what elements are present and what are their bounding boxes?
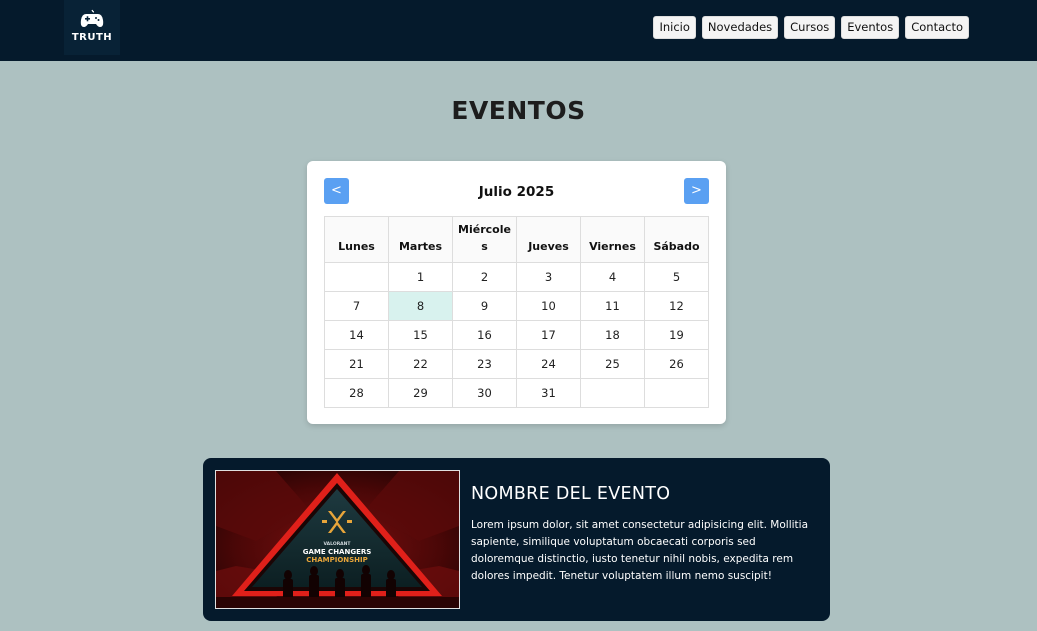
calendar-day-cell[interactable]: 28 (324, 378, 389, 408)
calendar-day-cell[interactable]: 31 (516, 378, 581, 408)
weekday-header: Viernes (580, 216, 645, 263)
calendar-day-cell[interactable]: 16 (452, 320, 517, 350)
calendar-empty-cell (644, 378, 709, 408)
nav-inicio-button[interactable]: Inicio (653, 16, 696, 39)
event-artwork: VALORANT GAME CHANGERS CHAMPIONSHIP (216, 471, 459, 608)
calendar-day-cell[interactable]: 5 (644, 262, 709, 292)
calendar-day-cell[interactable]: 25 (580, 349, 645, 379)
calendar-day-cell[interactable]: 4 (580, 262, 645, 292)
calendar-day-cell[interactable]: 17 (516, 320, 581, 350)
nav-eventos-button[interactable]: Eventos (841, 16, 900, 39)
calendar-day-cell[interactable]: 12 (644, 291, 709, 321)
weekday-header-row: Lunes Martes Miércoles Jueves Viernes Sá… (324, 216, 709, 263)
calendar-day-cell[interactable]: 24 (516, 349, 581, 379)
weekday-header: Martes (388, 216, 453, 263)
event-title: NOMBRE DEL EVENTO (471, 484, 671, 504)
weekday-header: Miércoles (452, 216, 517, 263)
calendar-day-cell[interactable]: 10 (516, 291, 581, 321)
calendar-day-cell[interactable]: 21 (324, 349, 389, 379)
calendar-week-row: 7 8 9 10 11 12 (324, 291, 709, 321)
nav-contacto-button[interactable]: Contacto (905, 16, 969, 39)
calendar-week-row: 21 22 23 24 25 26 (324, 349, 709, 379)
gamepad-icon (80, 9, 104, 27)
page-title: EVENTOS (451, 96, 586, 125)
calendar-day-cell[interactable]: 11 (580, 291, 645, 321)
calendar-day-cell[interactable]: 3 (516, 262, 581, 292)
calendar-day-cell[interactable]: 30 (452, 378, 517, 408)
event-description: Lorem ipsum dolor, sit amet consectetur … (471, 519, 808, 582)
weekday-header: Lunes (324, 216, 389, 263)
calendar-day-cell[interactable]: 8 (388, 291, 453, 321)
event-image[interactable]: VALORANT GAME CHANGERS CHAMPIONSHIP (215, 470, 460, 609)
calendar-day-cell[interactable]: 15 (388, 320, 453, 350)
calendar-day-cell[interactable]: 2 (452, 262, 517, 292)
calendar-day-cell[interactable]: 19 (644, 320, 709, 350)
calendar-week-row: 12345 (324, 262, 709, 292)
event-art-line2: GAME CHANGERS (303, 548, 372, 556)
calendar-empty-cell (324, 262, 389, 292)
calendar-week-row: 14 15 16 17 18 19 (324, 320, 709, 350)
calendar-next-button[interactable]: > (684, 178, 709, 204)
calendar-day-cell[interactable]: 7 (324, 291, 389, 321)
calendar-day-cell[interactable]: 18 (580, 320, 645, 350)
calendar: < Julio 2025 > Lunes Martes Miércoles Ju… (307, 161, 726, 424)
calendar-day-cell[interactable]: 1 (388, 262, 453, 292)
calendar-day-cell[interactable]: 9 (452, 291, 517, 321)
weekday-header: Jueves (516, 216, 581, 263)
calendar-week-row: 28 29 30 31 (324, 378, 709, 408)
event-card[interactable]: VALORANT GAME CHANGERS CHAMPIONSHIP NOMB… (203, 458, 830, 621)
calendar-day-cell[interactable]: 22 (388, 349, 453, 379)
nav-novedades-button[interactable]: Novedades (701, 16, 779, 39)
calendar-grid: Lunes Martes Miércoles Jueves Viernes Sá… (324, 216, 709, 408)
top-navbar: TRUTH Inicio Novedades Cursos Eventos Co… (0, 0, 1037, 61)
calendar-day-cell[interactable]: 23 (452, 349, 517, 379)
calendar-day-cell[interactable]: 14 (324, 320, 389, 350)
nav-cursos-button[interactable]: Cursos (784, 16, 836, 39)
event-art-line3: CHAMPIONSHIP (306, 556, 368, 564)
main-nav: Inicio Novedades Cursos Eventos Contacto (653, 16, 969, 39)
calendar-day-cell[interactable]: 29 (388, 378, 453, 408)
calendar-weeks: 1 2 3 4 5 7 8 9 10 11 12 14 15 16 17 18 19 21 22 23 24 25 26 28… (324, 262, 709, 408)
calendar-day-cell[interactable]: 26 (644, 349, 709, 379)
logo-text: TRUTH (71, 32, 113, 43)
event-art-line1: VALORANT (324, 541, 352, 547)
weekday-header: Sábado (644, 216, 709, 263)
calendar-month-title: Julio 2025 (478, 184, 555, 200)
logo[interactable]: TRUTH (64, 0, 120, 55)
calendar-empty-cell (580, 378, 645, 408)
